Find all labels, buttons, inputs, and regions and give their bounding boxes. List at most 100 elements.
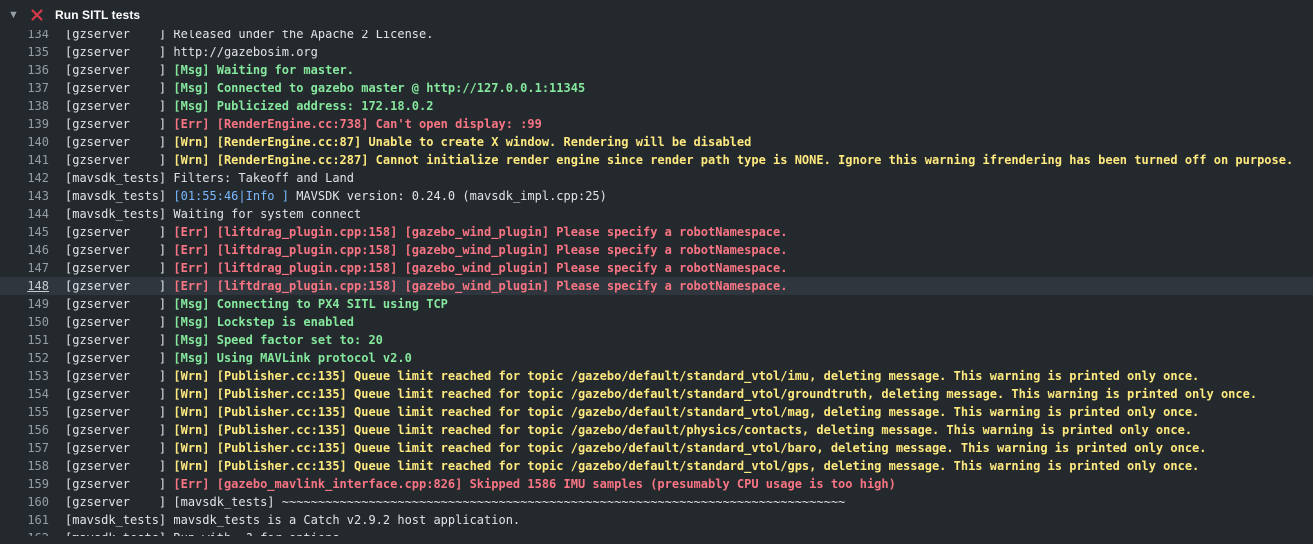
log-message: Filters: Takeoff and Land bbox=[173, 171, 354, 185]
step-title: Run SITL tests bbox=[55, 8, 141, 22]
chevron-down-icon[interactable]: ▼ bbox=[8, 0, 19, 30]
log-line: 137 [gzserver ] [Msg] Connected to gazebo… bbox=[0, 79, 1313, 97]
log-source-prefix: [gzserver ] bbox=[65, 153, 174, 167]
log-message: [Err] [liftdrag_plugin.cpp:158] [gazebo_… bbox=[173, 243, 788, 257]
log-line-text: [gzserver ] [Msg] Waiting for master. bbox=[65, 61, 354, 79]
log-line: 146 [gzserver ] [Err] [liftdrag_plugin.cp… bbox=[0, 241, 1313, 259]
log-message: [Err] [liftdrag_plugin.cpp:158] [gazebo_… bbox=[173, 279, 788, 293]
log-source-prefix: [gzserver ] bbox=[65, 297, 174, 311]
log-lines: 134 [gzserver ] Released under the Apache… bbox=[0, 30, 1313, 536]
log-source-prefix: [gzserver ] bbox=[65, 351, 174, 365]
line-number-link[interactable]: 156 bbox=[0, 421, 49, 439]
line-number-link[interactable]: 155 bbox=[0, 403, 49, 421]
log-line: 160 [gzserver ] [mavsdk_tests] ~~~~~~~~~~… bbox=[0, 493, 1313, 511]
log-line: 139 [gzserver ] [Err] [RenderEngine.cc:73… bbox=[0, 115, 1313, 133]
log-source-prefix: [mavsdk_tests] bbox=[65, 207, 174, 221]
log-source-prefix: [gzserver ] bbox=[65, 45, 174, 59]
log-message: [Msg] Speed factor set to: 20 bbox=[173, 333, 383, 347]
line-number-link[interactable]: 149 bbox=[0, 295, 49, 313]
log-line-text: [gzserver ] [Msg] Publicized address: 17… bbox=[65, 97, 433, 115]
log-message: [Wrn] [Publisher.cc:135] Queue limit rea… bbox=[173, 423, 1193, 437]
log-line-text: [gzserver ] [Msg] Speed factor set to: 2… bbox=[65, 331, 383, 349]
line-number-link[interactable]: 137 bbox=[0, 79, 49, 97]
line-number-link[interactable]: 135 bbox=[0, 43, 49, 61]
log-line-text: [gzserver ] [Msg] Connected to gazebo ma… bbox=[65, 79, 585, 97]
line-number-link[interactable]: 153 bbox=[0, 367, 49, 385]
log-line: 141 [gzserver ] [Wrn] [RenderEngine.cc:28… bbox=[0, 151, 1313, 169]
log-line: 134 [gzserver ] Released under the Apache… bbox=[0, 30, 1313, 43]
log-line: 154 [gzserver ] [Wrn] [Publisher.cc:135] … bbox=[0, 385, 1313, 403]
line-number-link[interactable]: 141 bbox=[0, 151, 49, 169]
log-line: 135 [gzserver ] http://gazebosim.org bbox=[0, 43, 1313, 61]
log-message: [Wrn] [Publisher.cc:135] Queue limit rea… bbox=[173, 441, 1207, 455]
log-line-text: [gzserver ] http://gazebosim.org bbox=[65, 43, 318, 61]
log-source-prefix: [gzserver ] bbox=[65, 369, 174, 383]
log-source-prefix: [gzserver ] bbox=[65, 99, 174, 113]
log-source-prefix: [gzserver ] bbox=[65, 405, 174, 419]
log-line-text: [gzserver ] [Wrn] [Publisher.cc:135] Que… bbox=[65, 367, 1199, 385]
line-number-link[interactable]: 151 bbox=[0, 331, 49, 349]
line-number-link[interactable]: 143 bbox=[0, 187, 49, 205]
log-line: 150 [gzserver ] [Msg] Lockstep is enabled bbox=[0, 313, 1313, 331]
line-number-link[interactable]: 150 bbox=[0, 313, 49, 331]
log-source-prefix: [gzserver ] bbox=[65, 441, 174, 455]
log-line-text: [gzserver ] [Err] [liftdrag_plugin.cpp:1… bbox=[65, 277, 787, 295]
log-line-text: [gzserver ] [Wrn] [Publisher.cc:135] Que… bbox=[65, 421, 1192, 439]
log-source-prefix: [gzserver ] bbox=[65, 81, 174, 95]
log-line: 147 [gzserver ] [Err] [liftdrag_plugin.cp… bbox=[0, 259, 1313, 277]
log-line: 157 [gzserver ] [Wrn] [Publisher.cc:135] … bbox=[0, 439, 1313, 457]
log-line: 138 [gzserver ] [Msg] Publicized address:… bbox=[0, 97, 1313, 115]
log-source-prefix: [gzserver ] bbox=[65, 315, 174, 329]
log-source-prefix: [gzserver ] bbox=[65, 387, 174, 401]
log-message: [Wrn] [Publisher.cc:135] Queue limit rea… bbox=[173, 405, 1200, 419]
log-message: [Wrn] [Publisher.cc:135] Queue limit rea… bbox=[173, 459, 1200, 473]
log-line-text: [gzserver ] [Wrn] [Publisher.cc:135] Que… bbox=[65, 385, 1257, 403]
line-number-link[interactable]: 146 bbox=[0, 241, 49, 259]
log-message: Waiting for system connect bbox=[173, 207, 362, 221]
line-number-link[interactable]: 152 bbox=[0, 349, 49, 367]
line-number-link[interactable]: 162 bbox=[0, 529, 49, 536]
line-number-link[interactable]: 148 bbox=[0, 277, 49, 295]
log-message: [Err] [gazebo_mavlink_interface.cpp:826]… bbox=[173, 477, 896, 491]
line-number-link[interactable]: 157 bbox=[0, 439, 49, 457]
line-number-link[interactable]: 136 bbox=[0, 61, 49, 79]
line-number-link[interactable]: 142 bbox=[0, 169, 49, 187]
log-message: [Msg] Lockstep is enabled bbox=[173, 315, 354, 329]
log-source-prefix: [gzserver ] bbox=[65, 333, 174, 347]
log-message: [Wrn] [RenderEngine.cc:87] Unable to cre… bbox=[173, 135, 752, 149]
line-number-link[interactable]: 158 bbox=[0, 457, 49, 475]
line-number-link[interactable]: 154 bbox=[0, 385, 49, 403]
log-source-prefix: [gzserver ] bbox=[65, 477, 174, 491]
line-number-link[interactable]: 139 bbox=[0, 115, 49, 133]
step-header[interactable]: ▼ Run SITL tests bbox=[0, 0, 1313, 30]
log-line: 156 [gzserver ] [Wrn] [Publisher.cc:135] … bbox=[0, 421, 1313, 439]
log-output: 134 [gzserver ] Released under the Apache… bbox=[0, 30, 1313, 536]
log-line-text: [gzserver ] [Msg] Lockstep is enabled bbox=[65, 313, 354, 331]
line-number-link[interactable]: 159 bbox=[0, 475, 49, 493]
log-message: MAVSDK version: 0.24.0 (mavsdk_impl.cpp:… bbox=[296, 189, 607, 203]
log-line: 149 [gzserver ] [Msg] Connecting to PX4 S… bbox=[0, 295, 1313, 313]
log-message: [Err] [RenderEngine.cc:738] Can't open d… bbox=[173, 117, 542, 131]
line-number-link[interactable]: 160 bbox=[0, 493, 49, 511]
line-number-link[interactable]: 145 bbox=[0, 223, 49, 241]
line-number-link[interactable]: 134 bbox=[0, 30, 49, 43]
log-source-prefix: [gzserver ] bbox=[65, 30, 174, 41]
log-message: [Wrn] [RenderEngine.cc:287] Cannot initi… bbox=[173, 153, 1294, 167]
line-number-link[interactable]: 138 bbox=[0, 97, 49, 115]
log-line-text: [gzserver ] [Wrn] [Publisher.cc:135] Que… bbox=[65, 439, 1207, 457]
log-line: 159 [gzserver ] [Err] [gazebo_mavlink_int… bbox=[0, 475, 1313, 493]
log-line: 162 [mavsdk_tests] Run with -? for option… bbox=[0, 529, 1313, 536]
log-source-prefix: [gzserver ] bbox=[65, 117, 174, 131]
log-line-text: [gzserver ] [Wrn] [RenderEngine.cc:87] U… bbox=[65, 133, 751, 151]
line-number-link[interactable]: 147 bbox=[0, 259, 49, 277]
line-number-link[interactable]: 140 bbox=[0, 133, 49, 151]
line-number-link[interactable]: 161 bbox=[0, 511, 49, 529]
log-message: Run with -? for options bbox=[173, 531, 339, 536]
log-source-prefix: [gzserver ] bbox=[65, 495, 174, 509]
log-source-prefix: [mavsdk_tests] bbox=[65, 189, 174, 203]
line-number-link[interactable]: 144 bbox=[0, 205, 49, 223]
log-line-text: [gzserver ] [Err] [gazebo_mavlink_interf… bbox=[65, 475, 896, 493]
log-line: 148 [gzserver ] [Err] [liftdrag_plugin.cp… bbox=[0, 277, 1313, 295]
log-source-prefix: [gzserver ] bbox=[65, 261, 174, 275]
log-line-text: [gzserver ] [Wrn] [Publisher.cc:135] Que… bbox=[65, 457, 1199, 475]
